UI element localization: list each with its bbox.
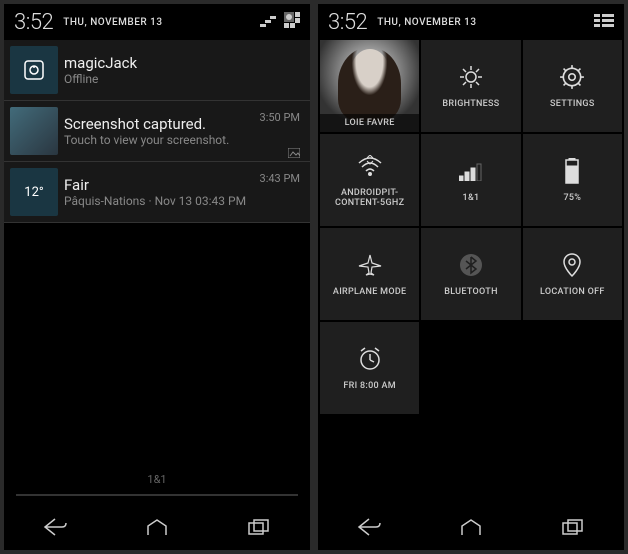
signal-icon [457,157,485,185]
gear-icon [558,63,586,91]
recents-button[interactable] [224,512,294,542]
user-name: LOIE FAVRE [320,114,419,132]
quick-settings-screen: 3:52 THU, NOVEMBER 13 LOIE FAVRE BRIGHTN… [318,4,624,550]
magicjack-icon [10,46,58,94]
alarm-tile[interactable]: FRI 8:00 AM [320,322,419,414]
status-bar: 3:52 THU, NOVEMBER 13 [318,4,624,40]
airplane-icon [356,251,384,279]
tile-label: 1&1 [463,193,480,203]
brightness-tile[interactable]: BRIGHTNESS [421,40,520,132]
bluetooth-tile[interactable]: BLUETOOTH [421,228,520,320]
screenshot-thumb-icon [10,107,58,155]
carrier-label: 1&1 [4,465,310,494]
alarm-icon [356,345,384,373]
notification-list: magicJack Offline Screenshot captured. T… [4,40,310,223]
notification-item[interactable]: 12° Fair Pâquis-Nations · Nov 13 03:43 P… [4,162,310,223]
status-date: THU, NOVEMBER 13 [377,17,476,28]
back-button[interactable] [20,512,90,542]
tile-label: AIRPLANE MODE [333,287,406,297]
user-tile[interactable]: LOIE FAVRE [320,40,419,132]
battery-icon [558,157,586,185]
notification-shade-screen: 3:52 THU, NOVEMBER 13 magicJack Offline … [4,4,310,550]
weather-temp-icon: 12° [10,168,58,216]
notification-item[interactable]: Screenshot captured. Touch to view your … [4,101,310,162]
stairs-icon [260,13,276,32]
settings-tile[interactable]: SETTINGS [523,40,622,132]
status-date: THU, NOVEMBER 13 [63,17,162,28]
wifi-icon [356,152,384,180]
location-icon [558,251,586,279]
notification-time: 3:43 PM [260,172,300,185]
tile-label: FRI 8:00 AM [343,381,396,391]
notification-subtitle: Touch to view your screenshot. [64,133,310,147]
notification-title: magicJack [64,54,310,72]
nav-bar [318,504,624,550]
bluetooth-icon [457,251,485,279]
back-button[interactable] [334,512,404,542]
home-button[interactable] [436,512,506,542]
home-button[interactable] [122,512,192,542]
tile-label: ANDROIDPIT-CONTENT-5GHZ [320,188,419,208]
notification-subtitle: Offline [64,72,310,86]
picture-icon [288,143,300,153]
quick-settings-grid: LOIE FAVRE BRIGHTNESS SETTINGS ANDROIDPI… [318,40,624,414]
wifi-tile[interactable]: ANDROIDPIT-CONTENT-5GHZ [320,134,419,226]
notification-item[interactable]: magicJack Offline [4,40,310,101]
recents-button[interactable] [538,512,608,542]
tile-label: SETTINGS [550,99,595,109]
tile-label: 75% [563,193,581,203]
tile-label: LOCATION OFF [540,287,605,297]
brightness-icon [457,63,485,91]
clock: 3:52 [14,10,53,35]
shade-handle[interactable] [16,494,298,496]
notification-subtitle: Pâquis-Nations · Nov 13 03:43 PM [64,194,310,208]
tile-label: BLUETOOTH [444,287,498,297]
nav-bar [4,504,310,550]
notification-time: 3:50 PM [260,111,300,124]
signal-tile[interactable]: 1&1 [421,134,520,226]
clock: 3:52 [328,10,367,35]
quick-settings-icon[interactable] [284,12,300,32]
notifications-icon[interactable] [594,13,614,32]
tile-label: BRIGHTNESS [442,99,499,109]
location-tile[interactable]: LOCATION OFF [523,228,622,320]
status-bar: 3:52 THU, NOVEMBER 13 [4,4,310,40]
battery-tile[interactable]: 75% [523,134,622,226]
airplane-tile[interactable]: AIRPLANE MODE [320,228,419,320]
